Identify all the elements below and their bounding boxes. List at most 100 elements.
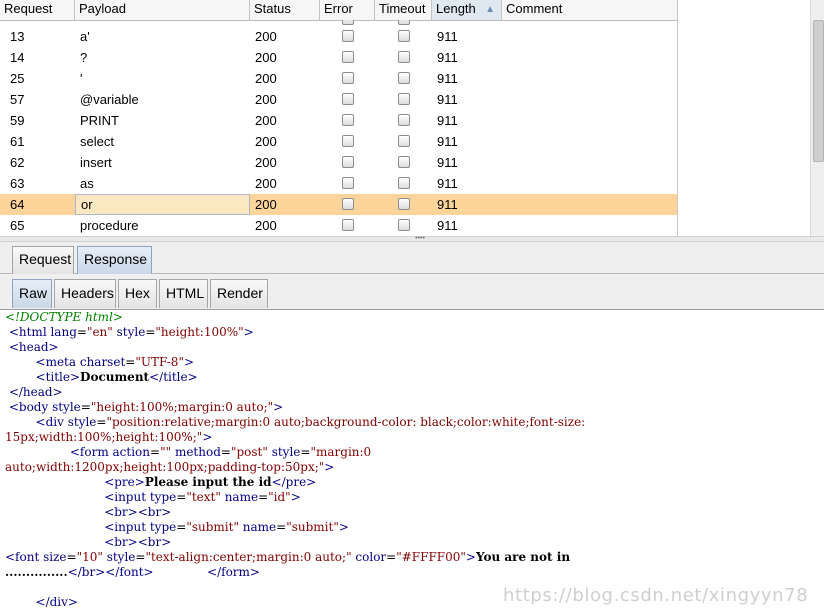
code-token: "id" xyxy=(268,490,291,504)
results-table[interactable]: Request Payload Status Error Timeout Len… xyxy=(0,0,678,236)
code-token: </pre> xyxy=(271,475,317,489)
splitter-grip-icon[interactable]: •••• xyxy=(409,235,431,242)
table-row[interactable]: 64 or 200 911 xyxy=(0,194,677,215)
code-token: <!DOCTYPE html> xyxy=(5,310,123,324)
table-row[interactable]: 57 @variable 200 911 xyxy=(0,89,677,110)
table-header: Request Payload Status Error Timeout Len… xyxy=(0,0,677,21)
code-token: auto;width:1200px;height:100px;padding-t… xyxy=(5,460,325,474)
cell-status: 200 xyxy=(255,50,277,65)
cell-payload: select xyxy=(80,134,114,149)
column-header-length-label: Length xyxy=(436,1,476,16)
table-row[interactable]: 14? 200 911 xyxy=(0,47,677,68)
code-token: = xyxy=(80,400,91,414)
error-checkbox xyxy=(342,198,354,210)
column-header-status[interactable]: Status xyxy=(250,0,320,20)
code-token: "UTF-8" xyxy=(135,355,184,369)
table-scrollbar[interactable] xyxy=(810,0,824,236)
table-row[interactable]: 61 select 200 911 xyxy=(0,131,677,152)
tab-request[interactable]: Request xyxy=(12,246,74,274)
column-header-request[interactable]: Request xyxy=(0,0,75,20)
table-row[interactable]: 62 insert 200 911 xyxy=(0,152,677,173)
cell-status: 200 xyxy=(255,197,277,212)
code-token: = xyxy=(258,490,269,504)
code-token: method xyxy=(171,445,221,459)
code-token: You are not in xyxy=(475,550,571,564)
code-token: > xyxy=(465,550,476,564)
column-header-timeout[interactable]: Timeout xyxy=(375,0,432,20)
tab-hex[interactable]: Hex xyxy=(118,279,157,308)
tab-render[interactable]: Render xyxy=(210,279,268,308)
cell-payload: insert xyxy=(80,155,112,170)
error-checkbox xyxy=(342,72,354,84)
code-token: "height:100%" xyxy=(155,325,244,339)
timeout-checkbox xyxy=(398,30,410,42)
watermark: https://blog.csdn.net/xingyyn78 xyxy=(503,585,809,606)
code-token: "#FFFF00" xyxy=(396,550,466,564)
tab-response[interactable]: Response xyxy=(77,246,152,274)
code-token: <input xyxy=(104,520,150,534)
view-tabs: Raw Headers Hex HTML Render xyxy=(0,274,824,310)
column-header-payload[interactable]: Payload xyxy=(75,0,250,20)
code-line: 15px;width:100%;height:100%;"> xyxy=(5,430,212,445)
code-line: <meta charset="UTF-8"> xyxy=(5,355,195,370)
tab-html[interactable]: HTML xyxy=(159,279,208,308)
table-body: 13 a' 200 911 14? 200 911 25 ' 200 911 57 @variable 2… xyxy=(0,20,677,236)
code-token: "submit" xyxy=(286,520,339,534)
code-token: ............... xyxy=(5,565,68,579)
code-line: <form action="" method="post" style="mar… xyxy=(5,445,371,460)
column-header-length[interactable]: Length ▲ xyxy=(432,0,502,20)
table-row[interactable]: 59 PRINT 200 911 xyxy=(0,110,677,131)
error-checkbox xyxy=(342,177,354,189)
cell-request: 65 xyxy=(10,218,25,233)
code-token: charset xyxy=(79,355,126,369)
code-token: name xyxy=(220,490,259,504)
cell-payload: as xyxy=(80,176,94,191)
code-token: = xyxy=(220,445,231,459)
cell-length: 911 xyxy=(437,29,458,44)
cell-length: 911 xyxy=(437,50,458,65)
cell-length: 911 xyxy=(437,71,458,86)
code-token: 15px;width:100%;height:100%;" xyxy=(5,430,203,444)
table-row[interactable]: 13 a' 200 911 xyxy=(0,26,677,47)
cell-request: 63 xyxy=(10,176,25,191)
code-token: = xyxy=(125,355,136,369)
code-token: = xyxy=(386,550,397,564)
code-token: <pre> xyxy=(104,475,145,489)
cell-status: 200 xyxy=(255,71,277,86)
code-token: > xyxy=(202,430,213,444)
table-scrollbar-thumb[interactable] xyxy=(813,20,824,162)
code-token: "text" xyxy=(186,490,221,504)
column-header-comment[interactable]: Comment xyxy=(502,0,677,20)
code-token: </title> xyxy=(149,370,198,384)
code-token: <input xyxy=(104,490,150,504)
table-row[interactable]: 65 procedure 200 911 xyxy=(0,215,677,236)
code-token: > xyxy=(273,400,284,414)
tab-headers[interactable]: Headers xyxy=(54,279,116,308)
table-row[interactable]: 25 ' 200 911 xyxy=(0,68,677,89)
code-line: <br><br> xyxy=(5,505,171,520)
code-line: <body style="height:100%;margin:0 auto;"… xyxy=(5,400,283,415)
code-token: action xyxy=(112,445,151,459)
code-token: "" xyxy=(160,445,172,459)
cell-request: 59 xyxy=(10,113,25,128)
column-header-error[interactable]: Error xyxy=(320,0,375,20)
cell-request: 62 xyxy=(10,155,25,170)
code-token: = xyxy=(66,550,77,564)
cell-status: 200 xyxy=(255,155,277,170)
code-token: </head> xyxy=(8,385,63,399)
code-token: <head> xyxy=(8,340,59,354)
code-token: > xyxy=(338,520,349,534)
cell-request: 13 xyxy=(10,29,25,44)
cell-status: 200 xyxy=(255,218,277,233)
code-token: = xyxy=(76,325,87,339)
error-checkbox-partial xyxy=(342,20,354,25)
raw-response-viewer[interactable]: <!DOCTYPE html> <html lang="en" style="h… xyxy=(0,310,824,616)
tab-raw[interactable]: Raw xyxy=(12,279,52,308)
timeout-checkbox-partial xyxy=(398,20,410,25)
code-token: "10" xyxy=(76,550,103,564)
table-row[interactable]: 63 as 200 911 xyxy=(0,173,677,194)
message-tabs: Request Response xyxy=(0,242,824,274)
